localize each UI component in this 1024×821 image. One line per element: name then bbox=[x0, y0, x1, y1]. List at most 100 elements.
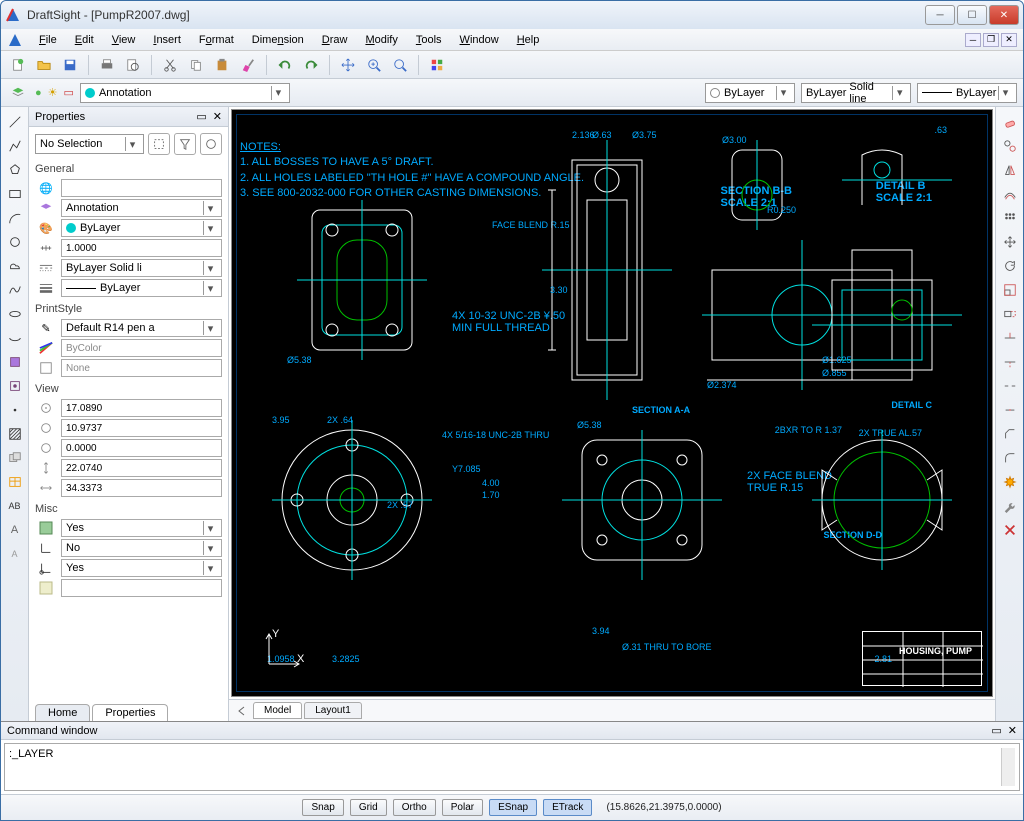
trim-tool[interactable] bbox=[999, 327, 1021, 349]
text-tool[interactable]: A bbox=[4, 519, 26, 541]
new-button[interactable] bbox=[7, 54, 29, 76]
cut-button[interactable] bbox=[159, 54, 181, 76]
menu-format[interactable]: Format bbox=[191, 32, 242, 48]
sel-btn2[interactable] bbox=[174, 133, 196, 155]
table-tool[interactable] bbox=[4, 471, 26, 493]
prop-layer[interactable]: Annotation▾ bbox=[61, 199, 222, 217]
menu-tools[interactable]: Tools bbox=[408, 32, 450, 48]
tab-nav-left-icon[interactable] bbox=[235, 704, 249, 718]
etrack-toggle[interactable]: ETrack bbox=[543, 799, 592, 816]
spline-tool[interactable] bbox=[4, 279, 26, 301]
region-tool[interactable] bbox=[4, 447, 26, 469]
mdi-minimize[interactable]: ─ bbox=[965, 33, 981, 47]
menu-modify[interactable]: Modify bbox=[357, 32, 405, 48]
prop-scale[interactable]: 1.0000 bbox=[61, 239, 222, 257]
rotate-tool[interactable] bbox=[999, 255, 1021, 277]
mirror-tool[interactable] bbox=[999, 159, 1021, 181]
scale-tool[interactable] bbox=[999, 279, 1021, 301]
ellipse-arc-tool[interactable] bbox=[4, 327, 26, 349]
point-tool[interactable] bbox=[4, 399, 26, 421]
lineweight-combo[interactable]: ByLayer ▾ bbox=[917, 83, 1017, 103]
view-w[interactable]: 34.3373 bbox=[61, 479, 222, 497]
view-z[interactable]: 0.0000 bbox=[61, 439, 222, 457]
minimize-button[interactable]: ─ bbox=[925, 5, 955, 25]
delete-tool[interactable] bbox=[999, 519, 1021, 541]
chamfer-tool[interactable] bbox=[999, 423, 1021, 445]
undo-button[interactable] bbox=[274, 54, 296, 76]
text-sub-tool[interactable]: A bbox=[4, 543, 26, 565]
prop-linetype[interactable]: ByLayer Solid li▾ bbox=[61, 259, 222, 277]
save-button[interactable] bbox=[59, 54, 81, 76]
cmd-float-icon[interactable]: ▭ bbox=[991, 724, 1001, 737]
redo-button[interactable] bbox=[300, 54, 322, 76]
color-combo[interactable]: ByLayer ▾ bbox=[705, 83, 795, 103]
zoom-window-button[interactable] bbox=[363, 54, 385, 76]
tab-properties[interactable]: Properties bbox=[92, 704, 168, 721]
revcloud-tool[interactable] bbox=[4, 255, 26, 277]
rectangle-tool[interactable] bbox=[4, 183, 26, 205]
mdi-restore[interactable]: ❐ bbox=[983, 33, 999, 47]
view-y[interactable]: 10.9737 bbox=[61, 419, 222, 437]
join-tool[interactable] bbox=[999, 399, 1021, 421]
sel-btn1[interactable] bbox=[148, 133, 170, 155]
misc-v2[interactable]: No▾ bbox=[61, 539, 222, 557]
zoom-extents-button[interactable] bbox=[389, 54, 411, 76]
explode-tool[interactable] bbox=[999, 471, 1021, 493]
offset-tool[interactable] bbox=[999, 183, 1021, 205]
misc-v3[interactable]: Yes▾ bbox=[61, 559, 222, 577]
selection-combo[interactable]: No Selection ▾ bbox=[35, 134, 144, 154]
tab-model[interactable]: Model bbox=[253, 702, 302, 719]
circle-tool[interactable] bbox=[4, 231, 26, 253]
mtext-tool[interactable]: AB bbox=[4, 495, 26, 517]
print-button[interactable] bbox=[96, 54, 118, 76]
menu-edit[interactable]: Edit bbox=[67, 32, 102, 48]
copy-modify-tool[interactable] bbox=[999, 135, 1021, 157]
menu-draw[interactable]: Draw bbox=[314, 32, 356, 48]
linetype-combo[interactable]: ByLayer Solid line ▾ bbox=[801, 83, 911, 103]
paste-button[interactable] bbox=[211, 54, 233, 76]
ellipse-tool[interactable] bbox=[4, 303, 26, 325]
ortho-toggle[interactable]: Ortho bbox=[393, 799, 436, 816]
cmd-close-icon[interactable]: ✕ bbox=[1008, 724, 1017, 737]
insert-block-tool[interactable] bbox=[4, 351, 26, 373]
props-tool[interactable] bbox=[999, 495, 1021, 517]
erase-tool[interactable] bbox=[999, 111, 1021, 133]
open-button[interactable] bbox=[33, 54, 55, 76]
misc-v4[interactable] bbox=[61, 579, 222, 597]
arc-tool[interactable] bbox=[4, 207, 26, 229]
fillet-tool[interactable] bbox=[999, 447, 1021, 469]
command-scrollbar[interactable] bbox=[1001, 748, 1015, 786]
menu-help[interactable]: Help bbox=[509, 32, 548, 48]
pan-button[interactable] bbox=[337, 54, 359, 76]
grid-toggle[interactable]: Grid bbox=[350, 799, 387, 816]
drawing-canvas[interactable]: NOTES: 1. ALL BOSSES TO HAVE A 5° DRAFT.… bbox=[231, 109, 993, 697]
layer-manager-button[interactable] bbox=[7, 82, 29, 104]
copy-button[interactable] bbox=[185, 54, 207, 76]
close-panel-icon[interactable]: ✕ bbox=[213, 110, 222, 123]
prop-lineweight[interactable]: ByLayer▾ bbox=[61, 279, 222, 297]
maximize-button[interactable]: ☐ bbox=[957, 5, 987, 25]
polygon-tool[interactable] bbox=[4, 159, 26, 181]
match-button[interactable] bbox=[237, 54, 259, 76]
hatch-tool[interactable] bbox=[4, 423, 26, 445]
extend-tool[interactable] bbox=[999, 351, 1021, 373]
layer-combo[interactable]: Annotation ▾ bbox=[80, 83, 290, 103]
line-tool[interactable] bbox=[4, 111, 26, 133]
prop-hyperlink[interactable] bbox=[61, 179, 222, 197]
array-tool[interactable] bbox=[999, 207, 1021, 229]
polyline-tool[interactable] bbox=[4, 135, 26, 157]
properties-button[interactable] bbox=[426, 54, 448, 76]
break-tool[interactable] bbox=[999, 375, 1021, 397]
sel-btn3[interactable] bbox=[200, 133, 222, 155]
make-block-tool[interactable] bbox=[4, 375, 26, 397]
command-body[interactable]: :_LAYER bbox=[4, 743, 1020, 791]
prop-printstyle[interactable]: Default R14 pen a▾ bbox=[61, 319, 222, 337]
menu-view[interactable]: View bbox=[104, 32, 144, 48]
view-h[interactable]: 22.0740 bbox=[61, 459, 222, 477]
misc-v1[interactable]: Yes▾ bbox=[61, 519, 222, 537]
menu-insert[interactable]: Insert bbox=[145, 32, 189, 48]
menu-file[interactable]: File bbox=[31, 32, 65, 48]
esnap-toggle[interactable]: ESnap bbox=[489, 799, 537, 816]
polar-toggle[interactable]: Polar bbox=[442, 799, 483, 816]
print-preview-button[interactable] bbox=[122, 54, 144, 76]
